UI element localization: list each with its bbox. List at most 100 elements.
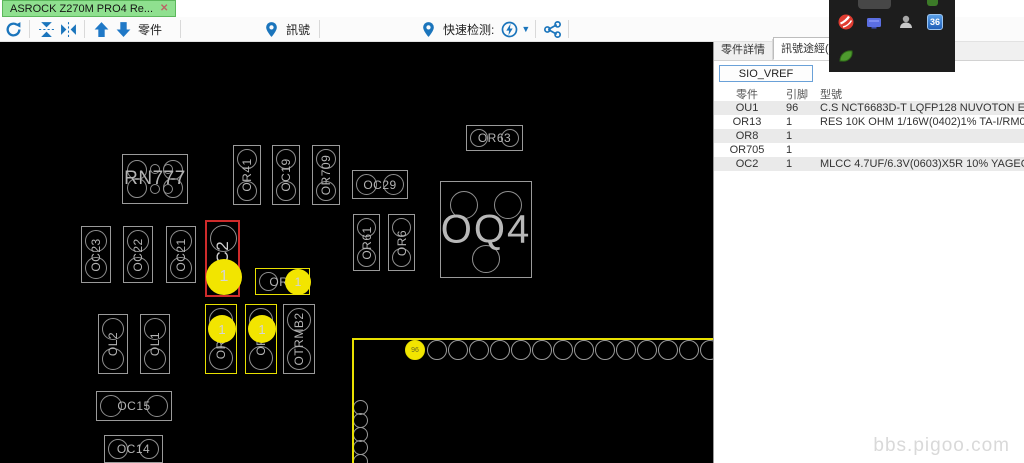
header-model: 型號 (820, 88, 842, 101)
parts-label[interactable]: 零件 (138, 21, 162, 38)
component-label: OC19 (279, 158, 293, 192)
pcb-component-OR709[interactable]: OR709 (312, 145, 340, 205)
lightning-icon (501, 21, 518, 37)
chip-pin[interactable] (637, 340, 657, 360)
component-label: OC14 (116, 442, 151, 456)
pcb-component-OTRMB2[interactable]: OTRMB2 (283, 304, 315, 374)
pcb-component-OR61[interactable]: OR61 (353, 214, 380, 271)
user-tray-icon[interactable] (898, 14, 914, 30)
locate-signal-button[interactable] (260, 18, 282, 40)
collapse-vertical-button[interactable] (35, 18, 57, 40)
pcb-component-OR13[interactable]: OR131 (245, 304, 277, 374)
table-row[interactable]: OC2 1 MLCC 4.7UF/6.3V(0603)X5R 10% YAGEO/C… (714, 157, 1024, 171)
display-tray-icon[interactable] (866, 15, 882, 31)
signal-name-button[interactable]: SIO_VREF (719, 65, 813, 82)
pcb-component-OL1[interactable]: OL1 (140, 314, 170, 374)
pcb-component-OQ4[interactable]: OQ4 (440, 181, 532, 278)
chip-pin[interactable] (532, 340, 552, 360)
close-icon[interactable]: ✕ (160, 3, 168, 14)
pcb-component-OL2[interactable]: OL2 (98, 314, 128, 374)
arrow-up-icon (94, 21, 108, 37)
chip-pin[interactable] (595, 340, 615, 360)
pcb-component-OC2[interactable]: OC21 (205, 220, 242, 297)
pcb-component-OC21[interactable]: OC21 (166, 226, 196, 283)
chip-pin[interactable] (679, 340, 699, 360)
chip-pin[interactable] (352, 440, 368, 455)
pcb-component-OR41[interactable]: OR41 (233, 145, 261, 205)
signal-label[interactable]: 訊號 (286, 21, 310, 38)
pcb-component-OC19[interactable]: OC19 (272, 145, 300, 205)
table-row[interactable]: OR705 1 (714, 143, 1024, 157)
pcb-component-OR705[interactable]: OR7051 (205, 304, 237, 374)
cell-model: RES 10K OHM 1/16W(0402)1% TA-I/RM04FTN1 (820, 116, 1024, 128)
quick-check-mode-button[interactable] (498, 18, 520, 40)
pcb-component-OC14[interactable]: OC14 (104, 435, 163, 463)
tray-partial-icon (927, 0, 938, 6)
cell-part: OC2 (735, 158, 759, 170)
component-label: OC29 (363, 177, 397, 192)
signal-hit-badge: 1 (206, 259, 242, 295)
pcb-component-OC23[interactable]: OC23 (81, 226, 111, 283)
toolbar-separator (319, 20, 321, 38)
chip-highlight-pin[interactable]: 96 (405, 340, 425, 360)
pcb-component-OC22[interactable]: OC22 (123, 226, 153, 283)
quick-check-pin-button[interactable] (417, 18, 439, 40)
toolbar-separator (29, 20, 30, 38)
cell-part: OR8 (735, 130, 759, 142)
component-label: OQ4 (440, 207, 532, 251)
pcb-component-OR8[interactable]: OR8 1 (255, 268, 311, 295)
document-tab[interactable]: ASROCK Z270M PRO4 Re... ✕ (2, 0, 177, 17)
chip-pin[interactable] (616, 340, 636, 360)
360-tray-icon[interactable]: 36 (927, 14, 943, 30)
chip-pin[interactable] (511, 340, 531, 360)
component-label: OC23 (89, 237, 103, 272)
antivirus-tray-icon[interactable] (838, 14, 854, 30)
document-tab-title: ASROCK Z270M PRO4 Re... (10, 2, 154, 15)
pcb-component-OR6[interactable]: OR6 (388, 214, 415, 271)
refresh-icon (6, 21, 21, 36)
chip-pin[interactable] (352, 453, 368, 463)
table-row[interactable]: OU1 96 C.S NCT6683D-T LQFP128 NUVOTON ESIO… (714, 101, 1024, 115)
chip-pin[interactable] (448, 340, 468, 360)
share-net-button[interactable] (541, 18, 563, 40)
pcb-component-OC15[interactable]: OC15 (96, 391, 172, 421)
cell-model: C.S NCT6683D-T LQFP128 NUVOTON ESIO (14X (820, 102, 1024, 114)
cell-part: OU1 (735, 102, 759, 114)
collapse-horizontal-button[interactable] (57, 18, 79, 40)
share-network-icon (543, 20, 561, 38)
quick-check-label: 快速检测: (443, 22, 495, 37)
component-label: OL2 (106, 331, 120, 357)
pcb-component-OC29[interactable]: OC29 (352, 170, 408, 199)
collapse-vertical-icon (38, 21, 54, 37)
pcb-canvas[interactable]: OR63 RN777 OR41 OC19 OR709 OC29 OQ4 OR61 OR6 OC23… (0, 42, 713, 463)
refresh-button[interactable] (2, 18, 24, 40)
chip-pin[interactable] (574, 340, 594, 360)
cell-pin: 96 (786, 102, 799, 114)
pcb-component-OR63[interactable]: OR63 (466, 125, 523, 151)
move-down-button[interactable] (112, 18, 134, 40)
cell-pin: 1 (786, 130, 793, 142)
chip-pin[interactable] (553, 340, 573, 360)
chip-left-edge (352, 338, 354, 463)
chip-pin[interactable] (490, 340, 510, 360)
component-label: OR61 (359, 225, 374, 260)
cell-pin: 1 (786, 158, 793, 170)
tab-part-details[interactable]: 零件詳情 (714, 39, 773, 60)
leaf-tray-icon[interactable] (838, 48, 854, 64)
move-up-button[interactable] (90, 18, 112, 40)
pcb-component-RN777[interactable]: RN777 (122, 154, 188, 204)
table-row[interactable]: OR13 1 RES 10K OHM 1/16W(0402)1% TA-I/RM04… (714, 115, 1024, 129)
chip-pin[interactable] (658, 340, 678, 360)
chip-pin[interactable] (427, 340, 447, 360)
cell-model: MLCC 4.7UF/6.3V(0603)X5R 10% YAGEO/CC060 (820, 158, 1024, 170)
chip-pin[interactable] (469, 340, 489, 360)
header-pin: 引脚 (786, 88, 808, 101)
chip-pin[interactable] (700, 340, 713, 360)
component-label: OC22 (131, 237, 145, 272)
signal-hit-badge: 1 (285, 269, 311, 295)
component-label: OR709 (319, 154, 333, 196)
chip-pin[interactable] (352, 413, 368, 428)
table-row[interactable]: OR8 1 (714, 129, 1024, 143)
chevron-down-icon[interactable]: ▼ (521, 24, 530, 34)
cell-pin: 1 (786, 144, 793, 156)
